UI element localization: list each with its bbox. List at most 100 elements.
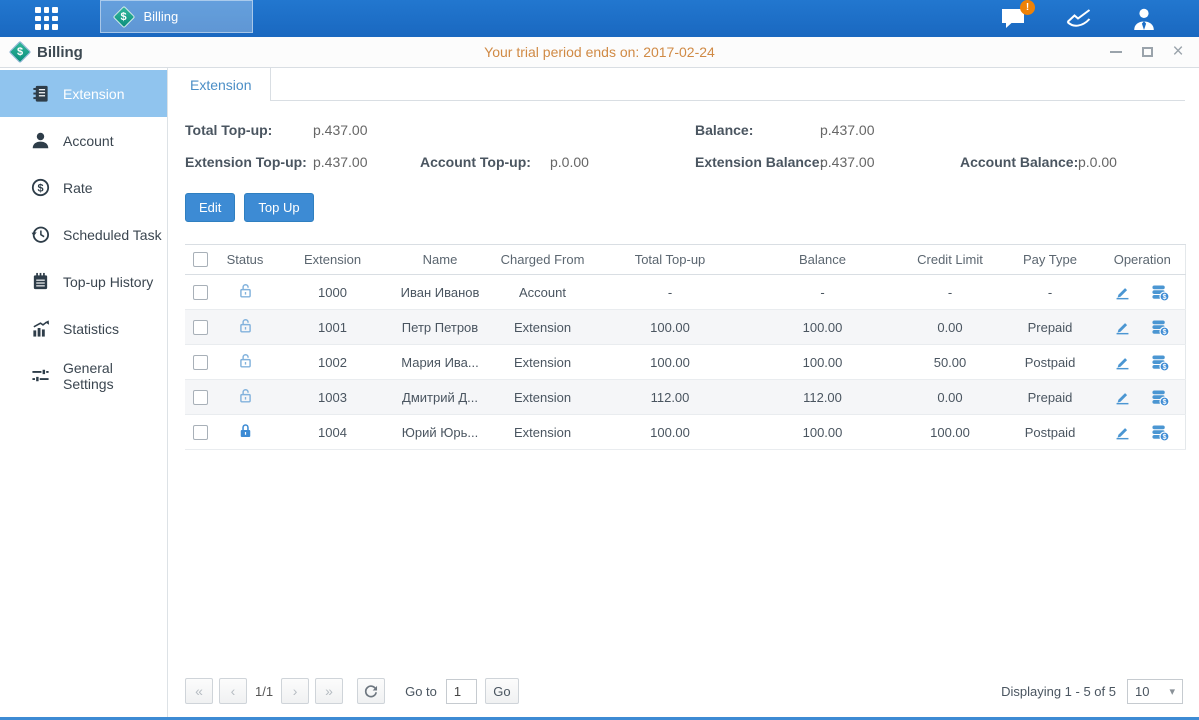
total-top-up-cell: 112.00 xyxy=(595,380,745,415)
sidebar-item-rate[interactable]: $Rate xyxy=(0,164,167,211)
extension-balance-label: Extension Balance: xyxy=(695,154,820,170)
column-header-charged-from: Charged From xyxy=(490,245,595,275)
sidebar-item-label: Rate xyxy=(63,180,93,196)
select-all-checkbox[interactable] xyxy=(193,252,208,267)
go-button[interactable]: Go xyxy=(485,678,519,704)
row-checkbox[interactable] xyxy=(193,390,208,405)
minimize-icon[interactable] xyxy=(1109,45,1123,59)
sidebar-item-top-up-history[interactable]: Top-up History xyxy=(0,258,167,305)
name-cell: Иван Иванов xyxy=(390,275,490,310)
edit-pencil-icon[interactable] xyxy=(1114,284,1131,301)
last-page-button[interactable]: » xyxy=(315,678,343,704)
table-row: 1001Петр ПетровExtension100.00100.000.00… xyxy=(185,310,1185,345)
topbar-actions: ! xyxy=(1000,0,1157,37)
tab-extension[interactable]: Extension xyxy=(171,68,271,101)
window-title-label: Billing xyxy=(37,44,83,61)
close-icon[interactable]: × xyxy=(1171,45,1185,59)
edit-pencil-icon[interactable] xyxy=(1114,354,1131,371)
account-top-up-value: p.0.00 xyxy=(550,154,695,170)
dropdown-arrow-icon: ▾ xyxy=(1169,685,1175,698)
unlocked-icon[interactable] xyxy=(237,282,254,299)
name-cell: Петр Петров xyxy=(390,310,490,345)
topbar: $ Billing ! xyxy=(0,0,1199,37)
page-size-select[interactable]: 10 ▾ xyxy=(1127,679,1183,704)
row-checkbox[interactable] xyxy=(193,355,208,370)
balance-value: p.437.00 xyxy=(820,122,960,138)
window-title: $ Billing xyxy=(9,41,83,63)
edit-pencil-icon[interactable] xyxy=(1114,319,1131,336)
name-cell: Дмитрий Д... xyxy=(390,380,490,415)
reports-icon[interactable] xyxy=(1064,7,1093,30)
charged-from-cell: Extension xyxy=(490,310,595,345)
maximize-icon[interactable] xyxy=(1140,45,1154,59)
top-up-coins-icon[interactable]: $ xyxy=(1151,283,1170,302)
top-up-coins-icon[interactable]: $ xyxy=(1151,318,1170,337)
bar-chart-icon xyxy=(30,319,50,339)
name-cell: Мария Ива... xyxy=(390,345,490,380)
toolbar: Edit Top Up xyxy=(185,193,1185,222)
sidebar-item-statistics[interactable]: Statistics xyxy=(0,305,167,352)
operation-cell: $ xyxy=(1100,275,1185,310)
window-titlebar: $ Billing Your trial period ends on: 201… xyxy=(0,37,1199,68)
messages-icon[interactable]: ! xyxy=(1000,7,1026,30)
notepad-icon xyxy=(30,272,50,292)
sidebar-item-scheduled-task[interactable]: Scheduled Task xyxy=(0,211,167,258)
sidebar-item-label: Top-up History xyxy=(63,274,153,290)
extension-table-wrap: StatusExtensionNameCharged FromTotal Top… xyxy=(185,244,1185,450)
refresh-button[interactable] xyxy=(357,678,385,704)
top-up-coins-icon[interactable]: $ xyxy=(1151,353,1170,372)
sidebar-item-label: Extension xyxy=(63,86,124,102)
app-launcher-icon[interactable] xyxy=(35,7,58,30)
sidebar-item-account[interactable]: Account xyxy=(0,117,167,164)
summary-left: Total Top-up: p.437.00 Extension Top-up:… xyxy=(185,122,695,170)
first-page-button[interactable]: « xyxy=(185,678,213,704)
total-top-up-value: p.437.00 xyxy=(313,122,420,138)
sidebar-item-general-settings[interactable]: General Settings xyxy=(0,352,167,399)
extension-top-up-label: Extension Top-up: xyxy=(185,154,313,170)
edit-pencil-icon[interactable] xyxy=(1114,424,1131,441)
pay-type-cell: Prepaid xyxy=(1000,310,1100,345)
balance-cell: 112.00 xyxy=(745,380,900,415)
sidebar-item-extension[interactable]: Extension xyxy=(0,70,167,117)
unlocked-icon[interactable] xyxy=(237,387,254,404)
next-page-button[interactable]: › xyxy=(281,678,309,704)
column-header-status: Status xyxy=(215,245,275,275)
extension-cell: 1000 xyxy=(275,275,390,310)
table-row: 1000Иван ИвановAccount----$ xyxy=(185,275,1185,310)
account-top-up-label: Account Top-up: xyxy=(420,154,550,170)
top-up-coins-icon[interactable]: $ xyxy=(1151,388,1170,407)
extension-cell: 1004 xyxy=(275,415,390,450)
account-balance-value: p.0.00 xyxy=(1078,154,1185,170)
goto-page-input[interactable] xyxy=(446,679,477,704)
balance-cell: - xyxy=(745,275,900,310)
edit-button[interactable]: Edit xyxy=(185,193,235,222)
row-checkbox[interactable] xyxy=(193,285,208,300)
pay-type-cell: Postpaid xyxy=(1000,345,1100,380)
row-checkbox[interactable] xyxy=(193,425,208,440)
svg-text:$: $ xyxy=(1163,398,1167,406)
user-account-icon[interactable] xyxy=(1131,7,1157,31)
table-body: 1000Иван ИвановAccount----$1001Петр Петр… xyxy=(185,275,1185,450)
locked-icon[interactable] xyxy=(237,422,254,439)
balance-label: Balance: xyxy=(695,122,820,138)
pagination-right: Displaying 1 - 5 of 5 10 ▾ xyxy=(1001,679,1183,704)
person-icon xyxy=(30,131,50,151)
prev-page-button[interactable]: ‹ xyxy=(219,678,247,704)
top-up-coins-icon[interactable]: $ xyxy=(1151,423,1170,442)
edit-pencil-icon[interactable] xyxy=(1114,389,1131,406)
window-controls: × xyxy=(1109,37,1185,67)
app-tab-label: Billing xyxy=(144,9,179,24)
row-checkbox[interactable] xyxy=(193,320,208,335)
app-tab-billing[interactable]: $ Billing xyxy=(100,0,253,33)
pay-type-cell: Postpaid xyxy=(1000,415,1100,450)
sliders-icon xyxy=(30,366,50,386)
svg-text:$: $ xyxy=(1163,363,1167,371)
top-up-button[interactable]: Top Up xyxy=(244,193,313,222)
ledger-icon xyxy=(30,84,50,104)
extension-table: StatusExtensionNameCharged FromTotal Top… xyxy=(185,244,1186,450)
sidebar-item-label: Scheduled Task xyxy=(63,227,162,243)
credit-limit-cell: 100.00 xyxy=(900,415,1000,450)
unlocked-icon[interactable] xyxy=(237,352,254,369)
unlocked-icon[interactable] xyxy=(237,317,254,334)
table-row: 1003Дмитрий Д...Extension112.00112.000.0… xyxy=(185,380,1185,415)
